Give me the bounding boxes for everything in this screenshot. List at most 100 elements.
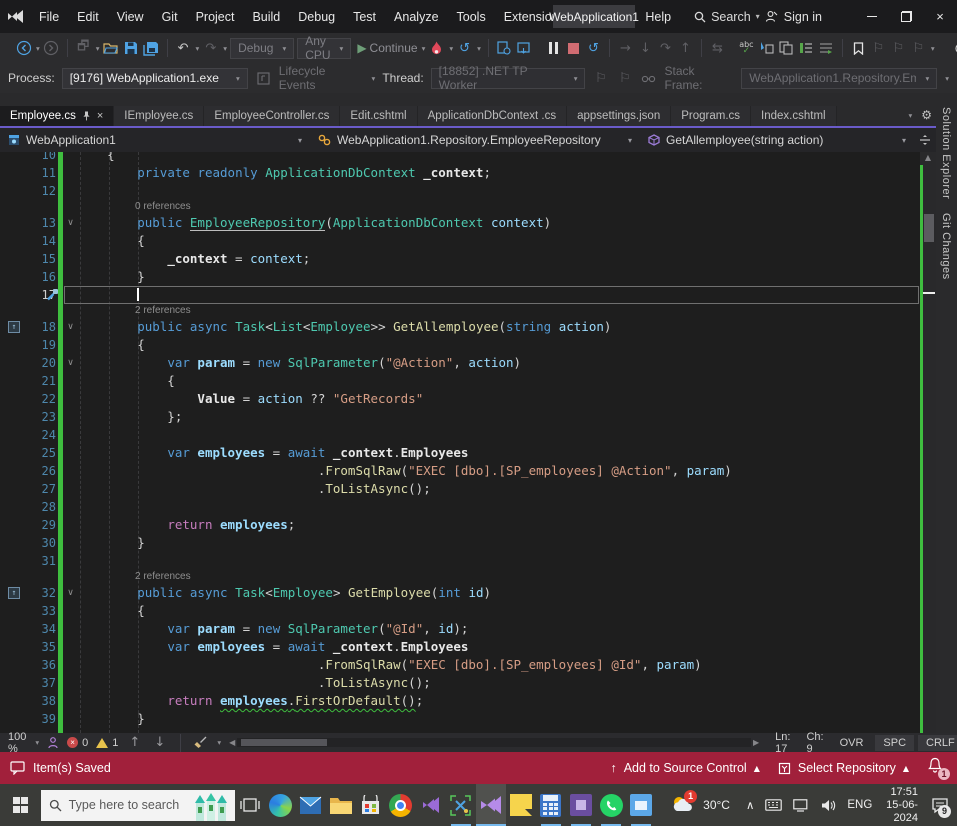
search-control[interactable]: Search ▾ bbox=[694, 10, 760, 24]
tab-ApplicationDbContext.cs[interactable]: ApplicationDbContext .cs bbox=[417, 106, 568, 126]
code-line-33[interactable]: 33 { bbox=[0, 602, 936, 620]
code-line-37[interactable]: 37 .ToListAsync(); bbox=[0, 674, 936, 692]
code-cleanup-broom-icon[interactable] bbox=[193, 736, 208, 749]
tab-Index.cshtml[interactable]: Index.cshtml bbox=[751, 106, 837, 126]
flag-threads-icon[interactable]: ⚐ bbox=[592, 68, 609, 88]
code-line-15[interactable]: 15 _context = context; bbox=[0, 250, 936, 268]
clear-bookmarks-button[interactable]: ⚐ bbox=[910, 38, 927, 58]
chevron-down-icon[interactable]: ▾ bbox=[422, 44, 426, 53]
process-select[interactable]: [9176] WebApplication1.exe ▾ bbox=[61, 67, 248, 89]
previous-bookmark-button[interactable]: ⚐ bbox=[870, 38, 887, 58]
code-line-39[interactable]: 39 } bbox=[0, 710, 936, 728]
taskbar-search-input[interactable]: Type here to search bbox=[40, 789, 236, 821]
code-line-26[interactable]: 26 .FromSqlRaw("EXEC [dbo].[SP_employees… bbox=[0, 462, 936, 480]
code-line-32[interactable]: ↑ 32 ∨ public async Task<Employee> GetEmpl… bbox=[0, 584, 936, 602]
fold-chevron-icon[interactable]: ∨ bbox=[64, 354, 77, 372]
git-changes-tab[interactable]: Git Changes bbox=[940, 213, 952, 280]
chevron-down-icon[interactable]: ▾ bbox=[217, 738, 221, 747]
member-dropdown[interactable]: GetAllemployee(string action) ▾ bbox=[640, 128, 914, 152]
glyph-margin[interactable] bbox=[0, 552, 32, 570]
glyph-margin[interactable] bbox=[0, 408, 32, 426]
error-count[interactable]: × 0 bbox=[67, 737, 88, 749]
chevron-down-icon[interactable]: ▾ bbox=[477, 44, 481, 53]
tab-IEmployee.cs[interactable]: IEmployee.cs bbox=[114, 106, 205, 126]
mail-icon[interactable] bbox=[295, 784, 325, 826]
code-line-38[interactable]: 38 return employees.FirstOrDefault(); bbox=[0, 692, 936, 710]
glyph-margin[interactable] bbox=[0, 286, 32, 304]
scroll-up-arrow-icon[interactable]: ▲ bbox=[920, 153, 936, 162]
save-all-button[interactable] bbox=[143, 38, 160, 58]
close-icon[interactable]: × bbox=[97, 110, 103, 122]
select-repository-button[interactable]: Select Repository ▲ bbox=[778, 761, 909, 775]
run-to-cursor-button[interactable] bbox=[758, 38, 775, 58]
overwrite-indicator[interactable]: OVR bbox=[832, 735, 872, 751]
new-window-button[interactable]: 🗗 bbox=[75, 38, 92, 58]
glyph-margin[interactable] bbox=[0, 480, 32, 498]
chevron-down-icon[interactable]: ▾ bbox=[931, 44, 935, 53]
show-next-statement-button[interactable]: → bbox=[617, 38, 634, 58]
network-display-icon[interactable] bbox=[793, 798, 810, 812]
navigate-back-button[interactable] bbox=[15, 38, 32, 58]
solution-configuration-select[interactable]: Debug ▾ bbox=[230, 37, 295, 59]
glyph-margin[interactable] bbox=[0, 390, 32, 408]
pause-button[interactable] bbox=[545, 38, 562, 58]
start-button[interactable] bbox=[0, 784, 41, 826]
stack-frame-select[interactable]: WebApplication1.Repository.EmployeeRe▾ bbox=[741, 67, 938, 89]
visual-studio-code-icon[interactable] bbox=[416, 784, 446, 826]
code-line-27[interactable]: 27 .ToListAsync(); bbox=[0, 480, 936, 498]
glyph-margin[interactable] bbox=[0, 692, 32, 710]
glyph-margin[interactable] bbox=[0, 250, 32, 268]
previous-issue-button[interactable]: ↑ bbox=[126, 733, 143, 753]
undo-button[interactable]: ↶ bbox=[175, 38, 192, 58]
tab-settings-gear-icon[interactable]: ⚙ bbox=[921, 108, 932, 122]
calculator-icon[interactable] bbox=[536, 784, 566, 826]
code-line-31[interactable]: 31 bbox=[0, 552, 936, 570]
toggle-bookmark-button[interactable] bbox=[850, 38, 867, 58]
code-line-36[interactable]: 36 .FromSqlRaw("EXEC [dbo].[SP_employees… bbox=[0, 656, 936, 674]
task-view-button[interactable] bbox=[235, 784, 265, 826]
codelens-references[interactable]: 2 references bbox=[0, 570, 936, 584]
quick-actions-screwdriver-icon[interactable] bbox=[46, 288, 59, 301]
microsoft-store-icon[interactable] bbox=[356, 784, 386, 826]
scroll-left-arrow-icon[interactable]: ◀ bbox=[229, 738, 235, 747]
chevron-down-icon[interactable]: ▾ bbox=[372, 74, 376, 83]
code-line-25[interactable]: 25 var employees = await _context.Employ… bbox=[0, 444, 936, 462]
chevron-down-icon[interactable]: ▾ bbox=[36, 44, 40, 53]
language-indicator[interactable]: ENG bbox=[847, 799, 872, 811]
tab-Employee.cs[interactable]: Employee.cs × bbox=[0, 106, 115, 126]
purple-app-icon[interactable] bbox=[566, 784, 596, 826]
edge-icon[interactable] bbox=[265, 784, 295, 826]
code-line-29[interactable]: 29 return employees; bbox=[0, 516, 936, 534]
toolbar-overflow-icon[interactable]: ▾ bbox=[945, 74, 949, 83]
application-insights-icon[interactable] bbox=[496, 38, 513, 58]
solution-platform-select[interactable]: Any CPU ▾ bbox=[297, 34, 352, 62]
glyph-margin[interactable] bbox=[0, 620, 32, 638]
add-to-source-control-button[interactable]: ↑ Add to Source Control ▲ bbox=[610, 761, 759, 775]
warning-count[interactable]: 1 bbox=[96, 737, 118, 749]
search-highlight-art[interactable] bbox=[187, 791, 233, 821]
glyph-margin[interactable] bbox=[0, 232, 32, 250]
code-line-22[interactable]: 22 Value = action ?? "GetRecords" bbox=[0, 390, 936, 408]
code-line-19[interactable]: 19 { bbox=[0, 336, 936, 354]
menu-test[interactable]: Test bbox=[344, 0, 385, 33]
live-share-icon[interactable] bbox=[47, 736, 59, 749]
glyph-margin[interactable] bbox=[0, 516, 32, 534]
glyph-margin[interactable] bbox=[0, 152, 32, 164]
space-indicator[interactable]: SPC bbox=[875, 734, 915, 751]
chevron-down-icon[interactable]: ▾ bbox=[449, 44, 453, 53]
restart-button[interactable]: ↺ bbox=[585, 38, 602, 58]
glyph-margin[interactable] bbox=[0, 674, 32, 692]
format-document-button[interactable]: abc ✓ bbox=[738, 38, 755, 58]
menu-project[interactable]: Project bbox=[187, 0, 244, 33]
glyph-margin[interactable] bbox=[0, 336, 32, 354]
glyph-margin[interactable] bbox=[0, 710, 32, 728]
code-line-24[interactable]: 24 bbox=[0, 426, 936, 444]
thread-select[interactable]: [18852] .NET TP Worker ▾ bbox=[430, 64, 586, 92]
glyph-margin[interactable]: ↑ bbox=[0, 318, 32, 336]
stop-debugging-button[interactable] bbox=[565, 38, 582, 58]
type-dropdown[interactable]: WebApplication1.Repository.EmployeeRepos… bbox=[310, 128, 640, 152]
save-button[interactable] bbox=[123, 38, 140, 58]
chevron-down-icon[interactable]: ▾ bbox=[35, 738, 39, 747]
hidden-icons-chevron[interactable]: ∧ bbox=[746, 798, 754, 812]
scrollbar-thumb[interactable] bbox=[924, 214, 934, 242]
